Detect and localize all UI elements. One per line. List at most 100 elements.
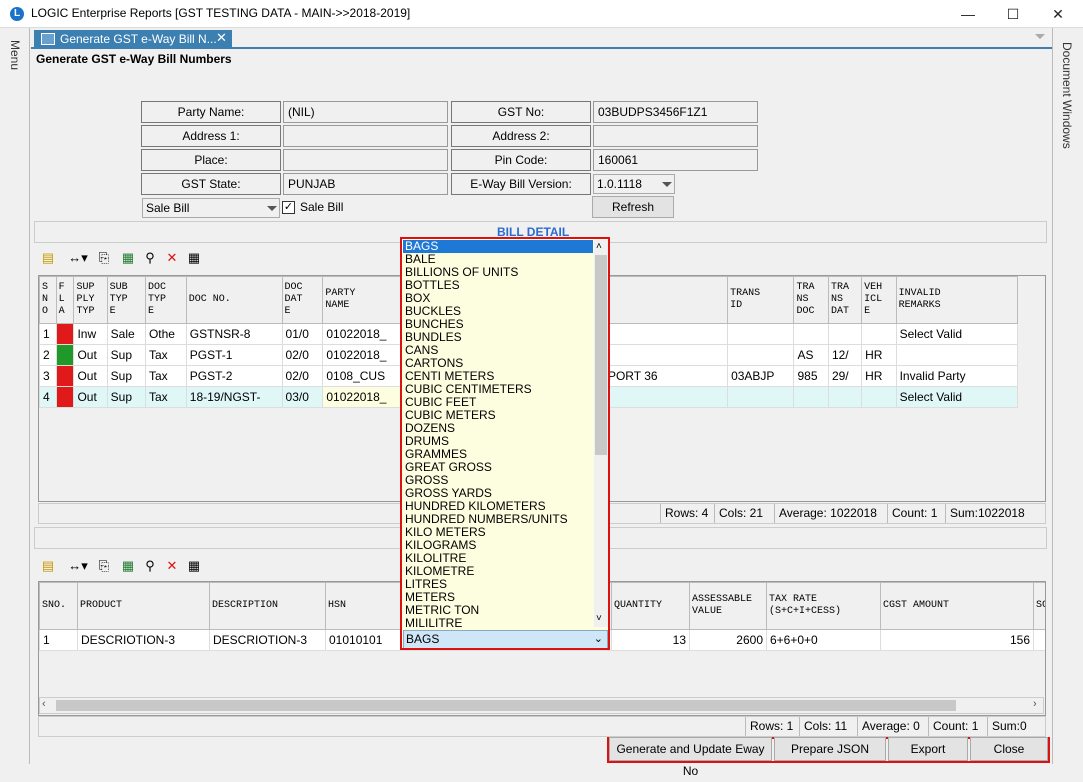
column-resize-icon[interactable]: ↔▾: [66, 250, 90, 266]
table-cell[interactable]: 1: [39, 629, 78, 651]
table-cell[interactable]: 2600: [689, 629, 767, 651]
scroll-left-icon[interactable]: ‹: [42, 698, 46, 710]
generate-update-eway-button[interactable]: Generate and Update Eway No: [609, 737, 772, 778]
column-header[interactable]: HSN: [325, 582, 402, 630]
table-cell[interactable]: 03/0: [281, 386, 324, 408]
table-cell[interactable]: PGST-1: [185, 344, 283, 366]
excel-icon[interactable]: ▦: [120, 558, 136, 574]
column-header[interactable]: DOC NO.: [185, 276, 283, 324]
column-header[interactable]: TRA NS DAT: [827, 276, 863, 324]
scrollbar-thumb[interactable]: [56, 700, 956, 711]
column-resize-icon[interactable]: ↔▾: [66, 558, 90, 574]
dropdown-option[interactable]: BOTTLES: [403, 279, 593, 292]
grid-icon[interactable]: ▦: [186, 250, 202, 266]
dropdown-option[interactable]: MILILITRE: [403, 617, 593, 630]
address2-field[interactable]: [593, 125, 758, 147]
column-header[interactable]: QUANTITY: [611, 582, 690, 630]
table-cell[interactable]: Inw: [73, 323, 108, 345]
table-cell[interactable]: [827, 386, 863, 408]
column-header[interactable]: CGST AMOUNT: [880, 582, 1034, 630]
table-cell[interactable]: 156: [880, 629, 1034, 651]
status-flag[interactable]: [55, 323, 75, 345]
notes-icon[interactable]: ▤: [40, 558, 56, 574]
table-cell[interactable]: 02/0: [281, 344, 324, 366]
table-cell[interactable]: GSTNSR-8: [185, 323, 283, 345]
table-cell[interactable]: [727, 386, 795, 408]
table-cell[interactable]: Invalid Party: [895, 365, 1019, 387]
column-header[interactable]: SNO.: [39, 582, 78, 630]
column-header[interactable]: S N O: [39, 276, 57, 324]
excel-icon[interactable]: ▦: [120, 250, 136, 266]
status-flag[interactable]: [55, 365, 75, 387]
column-header[interactable]: TRANS ID: [727, 276, 795, 324]
table-cell[interactable]: 13: [611, 629, 690, 651]
menu-dock-tab[interactable]: Menu: [8, 40, 22, 70]
sale-bill-checkbox[interactable]: ✓: [282, 201, 295, 214]
table-cell[interactable]: 12/: [827, 344, 863, 366]
maximize-button[interactable]: ☐: [990, 0, 1036, 28]
table-cell[interactable]: Out: [73, 386, 108, 408]
table-cell[interactable]: Out: [73, 365, 108, 387]
column-header[interactable]: INVALID REMARKS: [895, 276, 1019, 324]
table-cell[interactable]: Sup: [106, 365, 146, 387]
column-header[interactable]: DOC DAT E: [281, 276, 324, 324]
notes-icon[interactable]: ▤: [40, 250, 56, 266]
table-cell[interactable]: AS: [793, 344, 829, 366]
bill-type-select[interactable]: Sale Bill: [142, 198, 280, 218]
table-cell[interactable]: 02/0: [281, 365, 324, 387]
column-header[interactable]: SUP PLY TYP: [73, 276, 108, 324]
table-cell[interactable]: Sale: [106, 323, 146, 345]
minimize-button[interactable]: —: [945, 0, 991, 28]
grid-icon[interactable]: ▦: [186, 558, 202, 574]
column-header[interactable]: F L A: [55, 276, 75, 324]
table-cell[interactable]: HR: [861, 344, 897, 366]
find-binoculars-icon[interactable]: ⚲: [142, 558, 158, 574]
table-cell[interactable]: [895, 344, 1019, 366]
scroll-up-icon[interactable]: ˄: [596, 241, 602, 252]
table-cell[interactable]: 3: [39, 365, 57, 387]
table-cell[interactable]: 01022018_: [322, 344, 409, 366]
table-cell[interactable]: 18-19/NGST-: [185, 386, 283, 408]
table-cell[interactable]: 01022018_: [322, 386, 409, 408]
pin-code-field[interactable]: 160061: [593, 149, 758, 171]
status-flag[interactable]: [55, 344, 75, 366]
prepare-json-button[interactable]: Prepare JSON: [774, 737, 886, 761]
delete-icon[interactable]: ✕: [164, 250, 180, 266]
scroll-down-icon[interactable]: ˅: [596, 613, 602, 624]
table-cell[interactable]: 6+6+0+0: [766, 629, 881, 651]
table-cell[interactable]: 01022018_: [322, 323, 409, 345]
table-cell[interactable]: DESCRIOTION-3: [209, 629, 326, 651]
table-cell[interactable]: PGST-2: [185, 365, 283, 387]
table-cell[interactable]: 985: [793, 365, 829, 387]
gst-state-field[interactable]: PUNJAB: [283, 173, 448, 195]
table-cell[interactable]: Out: [73, 344, 108, 366]
table-cell[interactable]: 01/0: [281, 323, 324, 345]
table-cell[interactable]: [861, 386, 897, 408]
table-cell[interactable]: 01010101: [325, 629, 402, 651]
party-name-field[interactable]: (NIL): [283, 101, 448, 123]
table-cell[interactable]: [1033, 629, 1045, 651]
table-cell[interactable]: Tax: [144, 365, 187, 387]
address1-field[interactable]: [283, 125, 448, 147]
refresh-button[interactable]: Refresh: [592, 196, 674, 218]
tab-close-icon[interactable]: ✕: [216, 30, 227, 46]
column-header[interactable]: PRODUCT: [77, 582, 210, 630]
scroll-right-icon[interactable]: ›: [1033, 698, 1037, 710]
copy-icon[interactable]: ⎘: [96, 250, 112, 266]
table-cell[interactable]: 03ABJP: [727, 365, 795, 387]
table-cell[interactable]: [793, 386, 829, 408]
table-cell[interactable]: Select Valid: [895, 323, 1019, 345]
scrollbar-thumb[interactable]: [595, 255, 607, 455]
table-cell[interactable]: [727, 323, 795, 345]
copy-icon[interactable]: ⎘: [96, 558, 112, 574]
place-field[interactable]: [283, 149, 448, 171]
column-header[interactable]: SC: [1033, 582, 1045, 630]
unit-dropdown-list[interactable]: BAGS BALE BILLIONS OF UNITS BOTTLES BOX BUCKL…: [400, 237, 610, 650]
close-window-button[interactable]: ✕: [1035, 0, 1081, 28]
table-cell[interactable]: HR: [861, 365, 897, 387]
table-cell[interactable]: 29/: [827, 365, 863, 387]
table-cell[interactable]: 2: [39, 344, 57, 366]
table-cell[interactable]: DESCRIOTION-3: [77, 629, 210, 651]
table-cell[interactable]: [861, 323, 897, 345]
close-button[interactable]: Close: [970, 737, 1048, 761]
